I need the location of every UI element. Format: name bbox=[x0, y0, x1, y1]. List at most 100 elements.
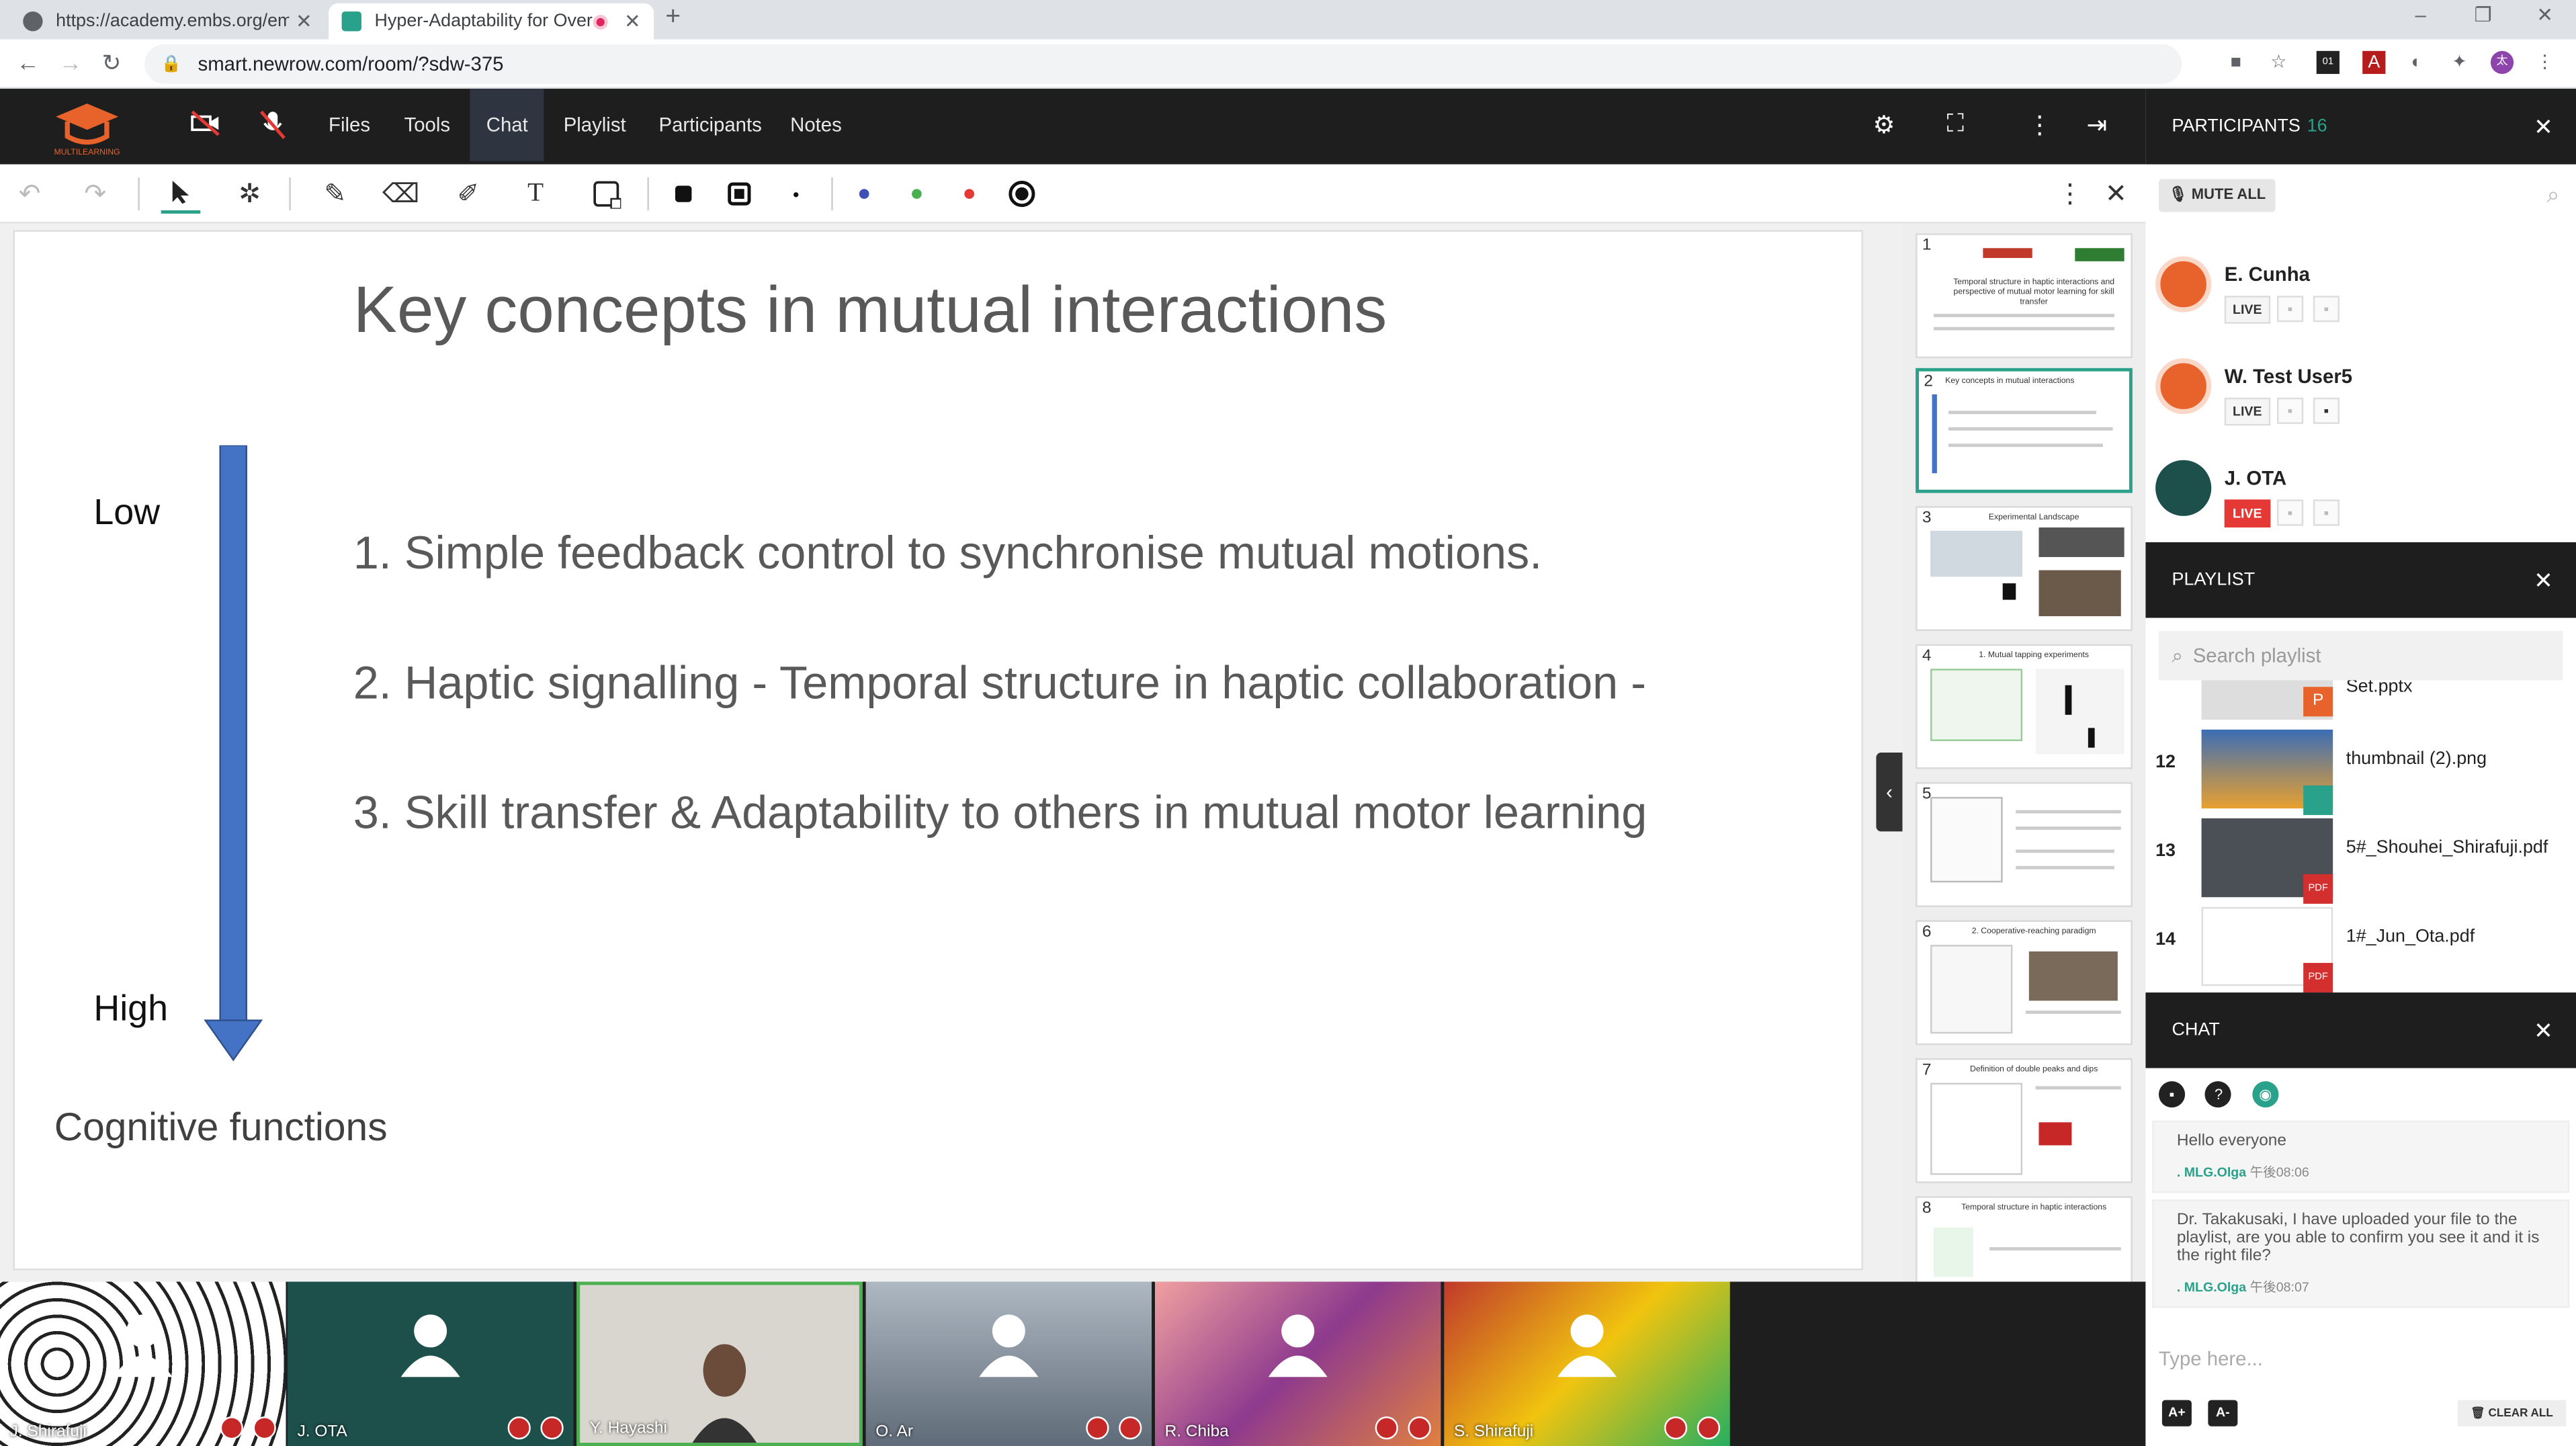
playlist-search-input[interactable]: ⌕ Search playlist bbox=[2158, 631, 2563, 681]
live-badge[interactable]: LIVE bbox=[2224, 499, 2270, 528]
gear-icon[interactable]: ⚙ bbox=[1873, 110, 1895, 140]
video-tile[interactable]: O. Ar bbox=[865, 1281, 1152, 1446]
live-badge[interactable]: LIVE bbox=[2224, 296, 2270, 324]
slide-thumbnail-4[interactable]: 4 1. Mutual tapping experiments bbox=[1916, 644, 2133, 769]
playlist-item[interactable]: Set.pptx P bbox=[2145, 680, 2576, 723]
camera-off-icon[interactable] bbox=[191, 110, 220, 143]
pencil-icon[interactable]: ✎ bbox=[315, 174, 355, 214]
mic-icon[interactable]: ▪ bbox=[2313, 397, 2339, 424]
menu-playlist[interactable]: Playlist bbox=[564, 114, 626, 136]
video-tile[interactable]: S. Shirafuji bbox=[1444, 1281, 1730, 1446]
camera-icon[interactable]: ▪ bbox=[2277, 397, 2304, 424]
mic-off-icon[interactable] bbox=[259, 110, 286, 146]
back-arrow-icon[interactable]: ← bbox=[16, 49, 39, 75]
text-tool-icon[interactable]: T bbox=[516, 174, 556, 214]
close-icon[interactable]: ✕ bbox=[2096, 174, 2136, 214]
camera-icon[interactable]: ■ bbox=[2225, 51, 2247, 74]
stroke-width-icon[interactable] bbox=[720, 174, 759, 214]
camera-icon[interactable]: ▪ bbox=[2277, 296, 2304, 323]
url-field[interactable]: 🔒 smart.newrow.com/room/?sdw-375 bbox=[144, 44, 2182, 84]
video-tile-active-speaker[interactable]: Y. Hayashi bbox=[576, 1281, 863, 1446]
menu-participants[interactable]: Participants bbox=[659, 114, 762, 136]
emoji-icon[interactable]: ◉ bbox=[2252, 1081, 2279, 1108]
slide-thumbnail-1[interactable]: 1 Temporal structure in haptic interacti… bbox=[1916, 233, 2133, 359]
minimize-button[interactable]: – bbox=[2415, 3, 2425, 26]
menu-files[interactable]: Files bbox=[329, 114, 370, 136]
playlist-item-number: 14 bbox=[2155, 930, 2176, 950]
more-vert-icon[interactable]: ⋮ bbox=[2027, 110, 2052, 140]
color-blue-icon[interactable] bbox=[845, 174, 884, 214]
extension-binary-icon[interactable]: 01 bbox=[2316, 50, 2339, 75]
chat-input[interactable]: Type here... bbox=[2159, 1347, 2263, 1370]
shape-square-icon[interactable] bbox=[587, 174, 626, 214]
menu-notes[interactable]: Notes bbox=[790, 114, 842, 136]
close-icon[interactable]: ✕ bbox=[2534, 1017, 2553, 1045]
more-vert-icon[interactable]: ⋮ bbox=[2051, 174, 2090, 214]
slide-thumbnail-5[interactable]: 5 bbox=[1916, 782, 2133, 907]
close-icon[interactable]: ✕ bbox=[2534, 566, 2553, 594]
highlighter-icon[interactable]: ✐ bbox=[449, 174, 488, 214]
slide-thumbnail-2[interactable]: 2 Key concepts in mutual interactions bbox=[1916, 368, 2133, 493]
menu-chat[interactable]: Chat bbox=[470, 89, 545, 161]
live-badge[interactable]: LIVE bbox=[2224, 397, 2270, 426]
font-decrease-button[interactable]: A- bbox=[2208, 1400, 2238, 1427]
menu-tools[interactable]: Tools bbox=[404, 114, 451, 136]
color-green-icon[interactable] bbox=[897, 174, 937, 214]
chat-bubble-icon[interactable]: ▪ bbox=[2158, 1081, 2186, 1108]
profile-avatar[interactable]: 太 bbox=[2490, 50, 2514, 75]
point-size-icon[interactable] bbox=[775, 174, 815, 214]
forward-arrow-icon[interactable]: → bbox=[59, 49, 82, 75]
more-vert-icon[interactable]: ⋮ bbox=[2533, 51, 2556, 74]
search-icon[interactable]: ⌕ bbox=[2546, 181, 2559, 209]
fill-solid-icon[interactable] bbox=[664, 174, 703, 214]
undo-icon[interactable]: ↶ bbox=[10, 174, 50, 214]
camera-icon[interactable]: ▪ bbox=[2277, 499, 2304, 526]
laser-pointer-icon[interactable]: ✲ bbox=[230, 174, 269, 214]
redo-icon[interactable]: ↷ bbox=[75, 174, 115, 214]
mic-off-badge-icon bbox=[540, 1416, 564, 1440]
browser-tab-embs[interactable]: https://academy.embs.org/embs ✕ bbox=[10, 3, 325, 40]
playlist-item[interactable]: 14 1#_Jun_Ota.pdf PDF bbox=[2145, 904, 2576, 993]
maximize-button[interactable]: ❐ bbox=[2474, 3, 2491, 26]
collapse-thumbnails-button[interactable]: ‹ bbox=[1876, 753, 1903, 832]
reload-icon[interactable]: ↻ bbox=[102, 49, 122, 77]
fullscreen-icon[interactable]: ⛶ bbox=[1947, 110, 1965, 138]
eraser-icon[interactable]: ⌫ bbox=[381, 174, 421, 214]
select-pointer-icon[interactable] bbox=[161, 174, 201, 214]
slide-thumbnail-8[interactable]: 8 Temporal structure in haptic interacti… bbox=[1916, 1196, 2133, 1282]
playlist-item[interactable]: 13 5#_Shouhei_Shirafuji.pdf PDF bbox=[2145, 815, 2576, 904]
exit-room-icon[interactable]: ⇥ bbox=[2086, 110, 2107, 140]
slide-thumbnail-6[interactable]: 6 2. Cooperative-reaching paradigm bbox=[1916, 920, 2133, 1046]
browser-tab-newrow[interactable]: Hyper-Adaptability for Over ✕ bbox=[329, 3, 654, 40]
participant-row[interactable]: W. Test User5 LIVE ▪ ▪ bbox=[2145, 355, 2576, 454]
thumbnail-text-line bbox=[2016, 865, 2114, 869]
clear-all-button[interactable]: 🗑 CLEAR ALL bbox=[2457, 1400, 2567, 1427]
video-tile[interactable]: R. Chiba bbox=[1154, 1281, 1441, 1446]
mic-icon[interactable]: ▪ bbox=[2313, 296, 2339, 323]
video-tile[interactable]: J. Shirafuji bbox=[0, 1281, 286, 1446]
window-close-button[interactable]: ✕ bbox=[2536, 3, 2553, 26]
question-icon[interactable]: ? bbox=[2205, 1081, 2232, 1108]
video-tile[interactable]: J. OTA bbox=[287, 1281, 574, 1446]
playlist-item[interactable]: 12 thumbnail (2).png bbox=[2145, 726, 2576, 815]
participant-row[interactable]: E. Cunha LIVE ▪ ▪ bbox=[2145, 253, 2576, 352]
color-red-icon[interactable] bbox=[949, 174, 989, 214]
chat-message-author: . MLG.Olga bbox=[2176, 1164, 2247, 1180]
close-icon[interactable]: ✕ bbox=[296, 10, 312, 33]
color-black-selected-icon[interactable] bbox=[1002, 174, 1042, 214]
slide-thumbnail-7[interactable]: 7 Definition of double peaks and dips bbox=[1916, 1058, 2133, 1183]
font-increase-button[interactable]: A+ bbox=[2161, 1400, 2192, 1427]
mic-icon[interactable]: ▪ bbox=[2313, 499, 2339, 526]
close-icon[interactable]: ✕ bbox=[2534, 113, 2553, 141]
close-icon[interactable]: ✕ bbox=[624, 10, 641, 33]
extension-circle-icon[interactable]: ◐ bbox=[2405, 51, 2428, 74]
new-tab-button[interactable]: + bbox=[665, 3, 681, 33]
extension-pdf-icon[interactable]: A bbox=[2362, 50, 2386, 75]
bookmark-star-icon[interactable]: ☆ bbox=[2267, 51, 2290, 74]
puzzle-icon[interactable]: ✦ bbox=[2448, 51, 2471, 74]
participant-avatar bbox=[2155, 358, 2212, 415]
slide-title: Key concepts in mutual interactions bbox=[353, 274, 1387, 347]
mute-all-button[interactable]: 🎙 MUTE ALL bbox=[2158, 179, 2276, 212]
slide-thumbnail-3[interactable]: 3 Experimental Landscape bbox=[1916, 506, 2133, 632]
participant-row[interactable]: J. OTA LIVE ▪ ▪ bbox=[2145, 457, 2576, 556]
